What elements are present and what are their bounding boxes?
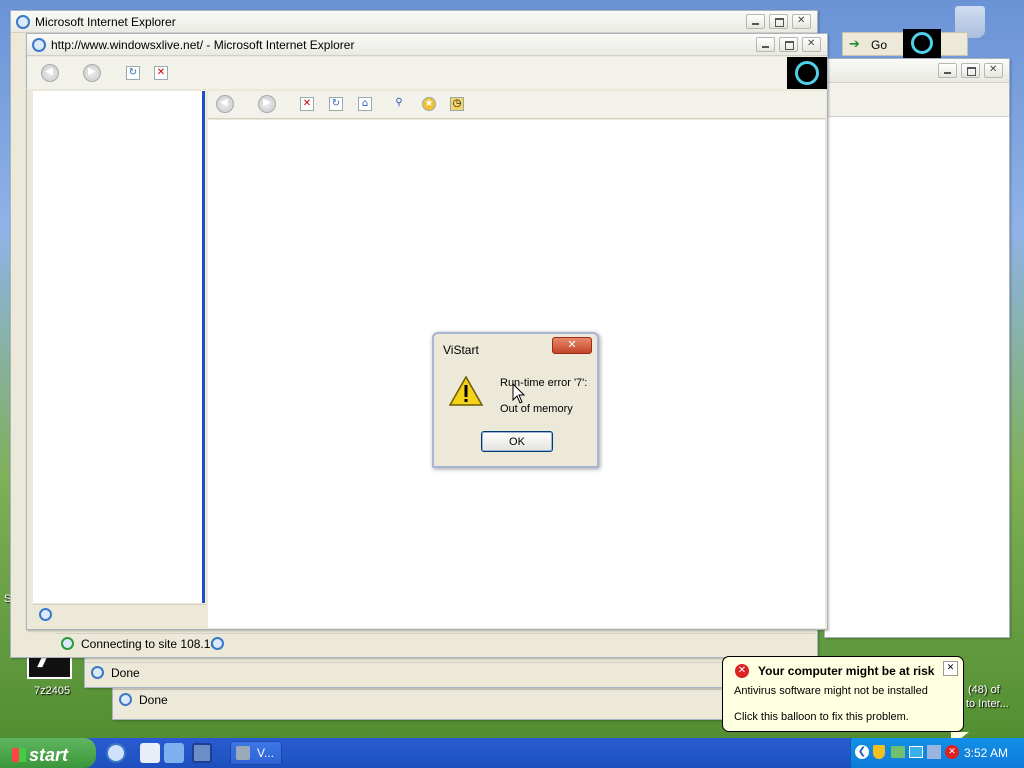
ok-button[interactable]: OK xyxy=(481,431,553,452)
ie-page-icon xyxy=(61,637,74,650)
close-button[interactable] xyxy=(792,14,811,29)
seven-zip-label: 7z2405 xyxy=(34,685,71,697)
ie-page-icon xyxy=(91,666,104,679)
ie-window-front-titlebar[interactable]: http://www.windowsxlive.net/ - Microsoft… xyxy=(27,34,827,56)
maximize-button[interactable] xyxy=(779,37,798,52)
security-balloon[interactable]: ✕ Your computer might be at risk ✕ Antiv… xyxy=(722,656,969,746)
window-title: Microsoft Internet Explorer xyxy=(35,15,176,29)
close-button[interactable] xyxy=(984,63,1003,78)
desktop-right-text-2: to Inter... xyxy=(966,698,1009,710)
ie-throbber-logo xyxy=(903,29,941,58)
status-text-done-2: Done xyxy=(139,693,168,707)
left-pane-status xyxy=(33,604,205,624)
background-window-right-titlebar xyxy=(825,59,1009,83)
maximize-button[interactable] xyxy=(961,63,980,78)
favorites-icon[interactable]: ★ xyxy=(422,97,436,111)
inner-stop-icon[interactable]: ✕ xyxy=(300,97,314,111)
window-controls xyxy=(746,14,811,29)
inner-toolbar: ✕ ↻ ⌂ ⚲ ★ ◷ xyxy=(208,91,826,119)
window-controls xyxy=(938,63,1003,78)
throbber-ring xyxy=(911,32,933,54)
dialog-body: Run-time error '7': Out of memory OK xyxy=(439,358,592,461)
minimize-button[interactable] xyxy=(938,63,957,78)
ie-page-icon xyxy=(39,608,52,621)
taskbar: start V... ❮ ✕ 3:52 AM xyxy=(0,738,1024,768)
balloon-line-1: Antivirus software might not be installe… xyxy=(734,685,928,697)
system-tray: ❮ ✕ 3:52 AM xyxy=(850,738,1024,768)
inner-forward-icon[interactable] xyxy=(258,95,276,113)
refresh-icon[interactable]: ↻ xyxy=(126,66,140,80)
ie-page-icon xyxy=(119,693,132,706)
balloon-close-button[interactable]: ✕ xyxy=(943,661,958,676)
windows-flag-icon xyxy=(12,747,26,762)
window-controls xyxy=(756,37,821,52)
quicklaunch-explorer-icon[interactable] xyxy=(164,743,184,763)
minimize-button[interactable] xyxy=(746,14,765,29)
go-button-label[interactable]: Go xyxy=(871,38,887,52)
toolbar-strip xyxy=(825,83,1009,117)
ie-logo-icon xyxy=(16,15,30,29)
ie-window-front: http://www.windowsxlive.net/ - Microsoft… xyxy=(26,33,828,630)
dialog-close-button[interactable]: ✕ xyxy=(552,337,592,354)
ie-page-icon-2 xyxy=(211,637,224,650)
taskbar-item-vistart[interactable]: V... xyxy=(230,741,282,765)
close-button[interactable] xyxy=(802,37,821,52)
minimize-button[interactable] xyxy=(756,37,775,52)
balloon-title: Your computer might be at risk xyxy=(758,664,935,678)
tray-app-icon[interactable] xyxy=(909,746,923,758)
error-message-line-2: Out of memory xyxy=(500,403,573,415)
forward-icon[interactable] xyxy=(83,64,101,82)
start-label: start xyxy=(29,744,69,765)
taskbar-item-label: V... xyxy=(257,746,274,760)
inner-back-icon[interactable] xyxy=(216,95,234,113)
quicklaunch-desktop-icon[interactable] xyxy=(140,743,160,763)
window-title: http://www.windowsxlive.net/ - Microsoft… xyxy=(51,38,355,52)
tray-security-alert-icon[interactable]: ✕ xyxy=(945,745,959,759)
security-shield-icon: ✕ xyxy=(735,664,749,678)
tray-monitor-icon[interactable] xyxy=(927,745,941,759)
background-window-right xyxy=(824,58,1010,638)
search-icon[interactable]: ⚲ xyxy=(392,97,406,111)
mouse-cursor-icon xyxy=(512,383,526,404)
outer-toolbar: ↻ ✕ xyxy=(27,57,787,89)
quicklaunch-ie-icon[interactable] xyxy=(106,743,126,763)
quicklaunch-active-icon[interactable] xyxy=(192,743,212,763)
status-text-done-1: Done xyxy=(111,666,140,680)
ie-window-back-titlebar[interactable]: Microsoft Internet Explorer xyxy=(11,11,817,33)
start-button[interactable]: start xyxy=(0,738,96,768)
throbber-ring xyxy=(795,61,819,85)
status-bar-connecting: Connecting to site 108.16 xyxy=(55,633,815,653)
status-bar-done-2: Done xyxy=(113,689,723,709)
maximize-button[interactable] xyxy=(769,14,788,29)
tray-network-icon[interactable] xyxy=(891,746,905,758)
tray-shield-icon[interactable] xyxy=(873,745,885,759)
task-app-icon xyxy=(236,746,250,760)
warning-icon xyxy=(449,376,483,406)
status-text-connecting: Connecting to site 108.16 xyxy=(81,637,218,651)
history-icon[interactable]: ◷ xyxy=(450,97,464,111)
stop-icon[interactable]: ✕ xyxy=(154,66,168,80)
status-bar-done-1: Done xyxy=(85,662,723,682)
ie-logo-icon xyxy=(32,38,46,52)
tray-clock: 3:52 AM xyxy=(963,746,1008,760)
ie-throbber-logo xyxy=(787,57,827,89)
desktop-right-text-1: (48) of xyxy=(968,684,1000,696)
tray-expand-icon[interactable]: ❮ xyxy=(855,745,869,759)
balloon-line-2: Click this balloon to fix this problem. xyxy=(734,711,909,723)
left-pane xyxy=(33,91,205,603)
go-arrow-icon[interactable]: ➔ xyxy=(849,37,860,52)
back-icon[interactable] xyxy=(41,64,59,82)
home-icon[interactable]: ⌂ xyxy=(358,97,372,111)
inner-refresh-icon[interactable]: ↻ xyxy=(329,97,343,111)
dialog-title: ViStart xyxy=(443,343,479,357)
